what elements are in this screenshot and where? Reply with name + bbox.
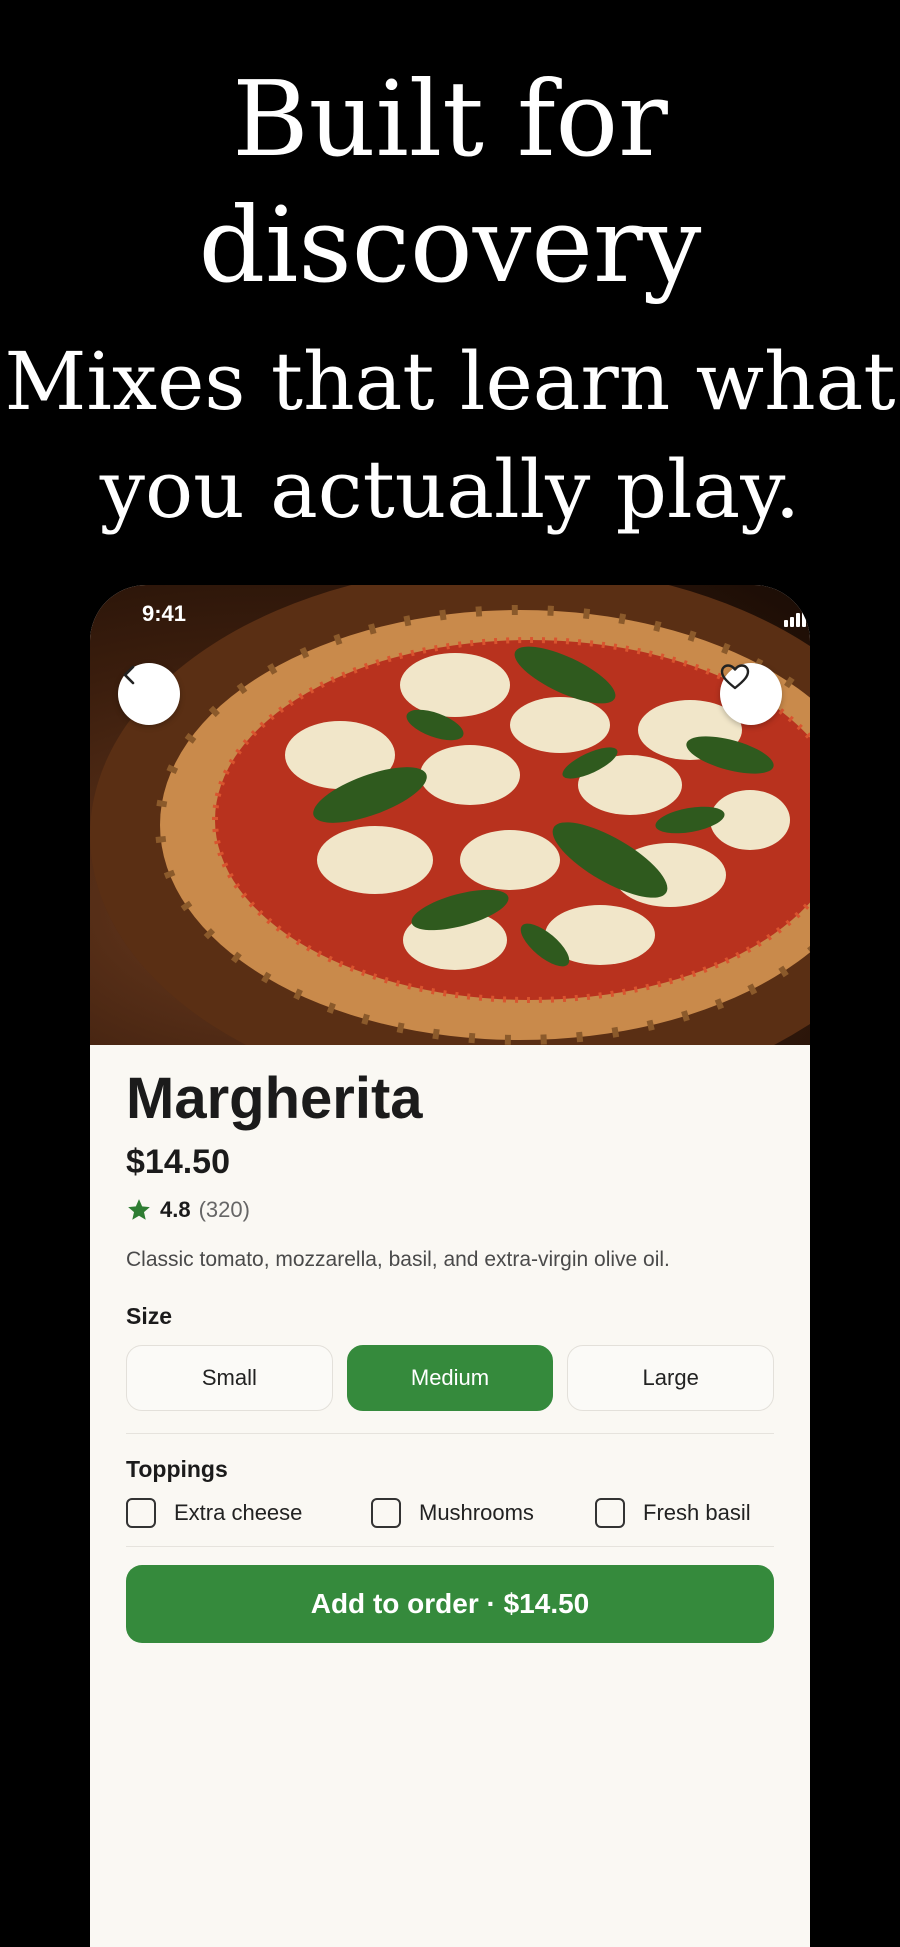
- size-option-small[interactable]: Small: [126, 1345, 333, 1411]
- size-label: Size: [126, 1303, 173, 1329]
- topping-label: Fresh basil: [643, 1500, 751, 1525]
- heart-icon: [720, 664, 750, 690]
- cellular-signal-icon: [784, 609, 806, 627]
- review-count: (320): [198, 1197, 250, 1222]
- toppings-label: Toppings: [126, 1456, 228, 1482]
- topping-label: Extra cheese: [174, 1500, 303, 1525]
- size-selector: Small Medium Large: [126, 1345, 775, 1411]
- add-to-order-button[interactable]: Add to order · $14.50: [126, 1565, 774, 1643]
- size-option-medium[interactable]: Medium: [346, 1345, 554, 1411]
- product-details: Margherita $14.50 4.8 (320) Classic toma…: [126, 1065, 775, 1643]
- rating-score: 4.8: [160, 1197, 191, 1222]
- checkbox[interactable]: [126, 1498, 156, 1528]
- divider: [126, 1546, 774, 1547]
- rating: 4.8 (320): [126, 1193, 774, 1227]
- topping-label: Mushrooms: [419, 1500, 534, 1525]
- headline-subtitle: Mixes that learn what you actually play.: [4, 335, 896, 536]
- product-description: Classic tomato, mozzarella, basil, and e…: [126, 1248, 670, 1271]
- topping-mushrooms[interactable]: Mushrooms: [371, 1498, 595, 1528]
- favorite-button[interactable]: [720, 663, 782, 725]
- chevron-left-icon: [123, 665, 135, 685]
- status-time: 9:41: [142, 601, 187, 626]
- pizza-image: 9:41: [90, 585, 810, 1045]
- headline: Built for discovery Mixes that learn wha…: [0, 56, 900, 544]
- phone-screen: 9:41 Margherita $14.50 4.8 (320) Classic…: [90, 585, 810, 1947]
- product-name: Margherita: [126, 1066, 423, 1131]
- checkbox[interactable]: [595, 1498, 625, 1528]
- toppings-list: Extra cheese Mushrooms Fresh basil: [126, 1498, 774, 1528]
- checkbox[interactable]: [371, 1498, 401, 1528]
- pizza-illustration: [90, 585, 810, 1045]
- back-button[interactable]: [118, 663, 180, 725]
- topping-extra-cheese[interactable]: Extra cheese: [126, 1498, 371, 1528]
- star-icon: [128, 1199, 150, 1220]
- product-price: $14.50: [126, 1143, 230, 1181]
- headline-title: Built for discovery: [198, 58, 702, 306]
- topping-fresh-basil[interactable]: Fresh basil: [595, 1498, 751, 1528]
- size-option-large[interactable]: Large: [567, 1345, 775, 1411]
- divider: [126, 1433, 774, 1434]
